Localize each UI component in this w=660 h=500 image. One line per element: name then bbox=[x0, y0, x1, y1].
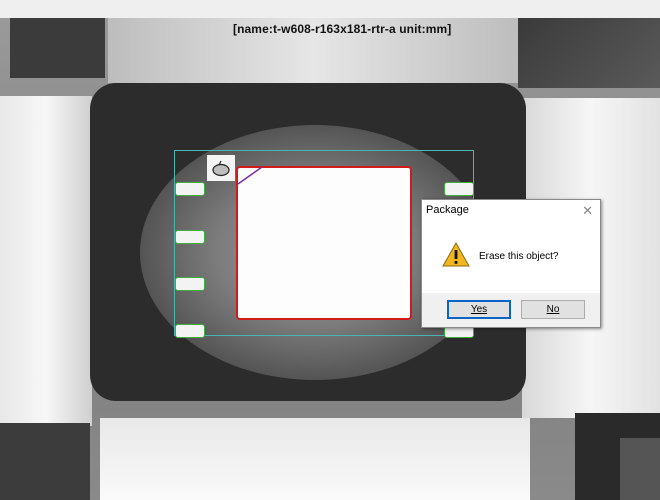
fixture-top-right bbox=[518, 18, 660, 88]
pad-left-2[interactable] bbox=[175, 230, 205, 244]
fixture-bottom-center bbox=[100, 418, 530, 500]
image-caption: [name:t-w608-r163x181-rtr-a unit:mm] bbox=[233, 22, 452, 36]
fixture-bottom-right-block bbox=[620, 438, 660, 500]
die-pad-selected[interactable] bbox=[236, 166, 412, 320]
no-button[interactable]: No bbox=[521, 300, 585, 319]
fixture-bottom-left bbox=[0, 423, 90, 500]
fixture-left-bright bbox=[0, 96, 92, 426]
confirm-dialog: Package ✕ Erase this object? Yes No bbox=[421, 199, 601, 328]
fixture-top-left bbox=[10, 18, 105, 78]
dialog-message: Erase this object? bbox=[479, 251, 559, 262]
no-button-label: No bbox=[546, 304, 560, 315]
pad-right-1[interactable] bbox=[444, 182, 474, 196]
dialog-titlebar[interactable]: Package ✕ bbox=[422, 200, 600, 222]
erase-cursor bbox=[207, 155, 235, 181]
erase-tool-icon bbox=[212, 160, 230, 177]
yes-button[interactable]: Yes bbox=[447, 300, 511, 319]
pad-left-3[interactable] bbox=[175, 277, 205, 291]
die-corner-marker bbox=[237, 166, 263, 185]
yes-button-label: Yes bbox=[470, 304, 488, 315]
top-strip bbox=[0, 0, 660, 18]
pad-left-1[interactable] bbox=[175, 182, 205, 196]
close-icon[interactable]: ✕ bbox=[582, 203, 593, 219]
pad-left-4[interactable] bbox=[175, 324, 205, 338]
dialog-content: Erase this object? bbox=[422, 222, 600, 293]
warning-icon bbox=[442, 242, 470, 267]
dialog-title: Package bbox=[426, 204, 469, 216]
